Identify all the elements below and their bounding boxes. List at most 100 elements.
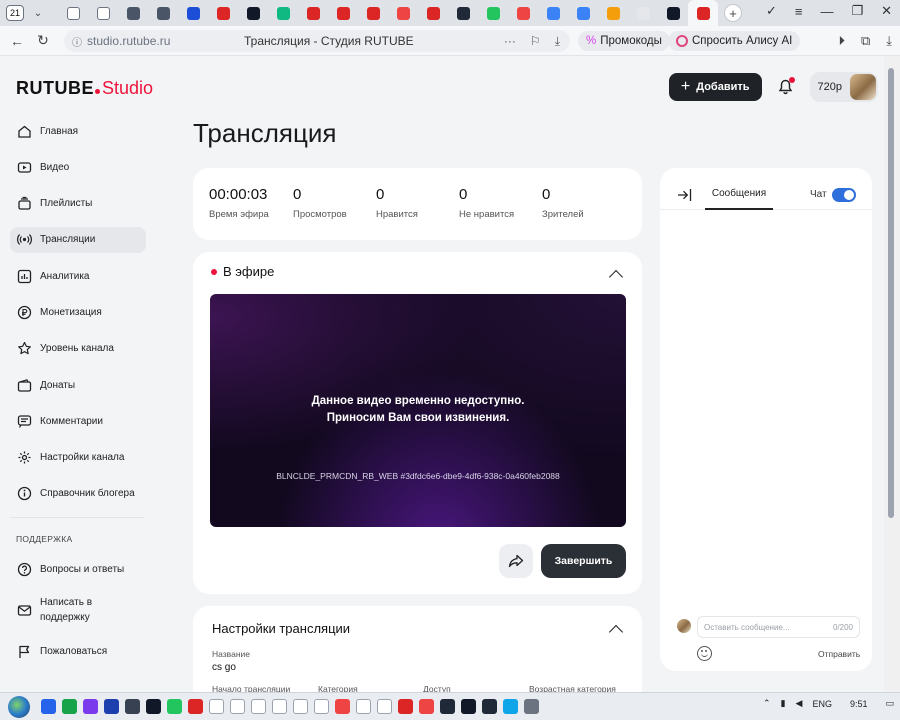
- browser-tab[interactable]: [448, 0, 478, 26]
- close-icon[interactable]: ✕: [881, 3, 892, 19]
- collapse-panel-icon[interactable]: [677, 188, 692, 202]
- scrollbar-thumb[interactable]: [888, 68, 894, 518]
- chat-message-input[interactable]: Оставить сообщение... 0/200: [697, 616, 860, 638]
- browser-tab[interactable]: [658, 0, 688, 26]
- alice-chip[interactable]: Спросить Алису AI: [668, 31, 801, 51]
- taskbar-app-icon[interactable]: [335, 699, 350, 714]
- sidebar-item-monetization[interactable]: Монетизация: [10, 299, 146, 325]
- browser-tab[interactable]: [388, 0, 418, 26]
- browser-tab[interactable]: [58, 0, 88, 26]
- downloads-icon[interactable]: ⤓: [886, 33, 892, 49]
- taskbar-app-icon[interactable]: [41, 699, 56, 714]
- taskbar-app-icon[interactable]: [440, 699, 455, 714]
- browser-tab[interactable]: [298, 0, 328, 26]
- extensions-icon[interactable]: ⧉: [861, 33, 870, 49]
- browser-tab[interactable]: [238, 0, 268, 26]
- finish-broadcast-button[interactable]: Завершить: [541, 544, 626, 578]
- tab-count-badge[interactable]: 21: [6, 5, 24, 21]
- taskbar-app-icon[interactable]: [146, 699, 161, 714]
- page-scrollbar[interactable]: [884, 56, 900, 692]
- sidebar-item-home[interactable]: Главная: [10, 118, 146, 144]
- taskbar-app-icon[interactable]: [62, 699, 77, 714]
- taskbar-app-icon[interactable]: [167, 699, 182, 714]
- language-indicator[interactable]: ENG: [812, 699, 832, 709]
- site-info-icon[interactable]: ⓘ: [72, 34, 82, 49]
- browser-tab[interactable]: [268, 0, 298, 26]
- browser-tab[interactable]: [688, 0, 718, 26]
- taskbar-app-icon[interactable]: [482, 699, 497, 714]
- taskbar-app-icon[interactable]: [419, 699, 434, 714]
- sidebar-item-help[interactable]: Вопросы и ответы: [10, 556, 146, 582]
- browser-tab[interactable]: [328, 0, 358, 26]
- url-field[interactable]: ⓘ studio.rutube.ru Трансляция - Студия R…: [64, 30, 570, 52]
- chat-toggle[interactable]: [832, 188, 856, 202]
- restore-icon[interactable]: ❐: [851, 3, 863, 19]
- media-icon[interactable]: ⏵: [838, 33, 845, 49]
- taskbar-app-icon[interactable]: [377, 699, 392, 714]
- start-button-icon[interactable]: [8, 695, 30, 718]
- tray-expand-icon[interactable]: ⌃: [763, 698, 771, 709]
- sidebar-item-playlist[interactable]: Плейлисты: [10, 191, 146, 217]
- sidebar-item-broadcast[interactable]: Трансляции: [10, 226, 146, 253]
- sidebar-item-donate[interactable]: Донаты: [10, 372, 146, 398]
- browser-tab[interactable]: [628, 0, 658, 26]
- action-center-icon[interactable]: ▭: [885, 698, 894, 709]
- sidebar-item-flag[interactable]: Пожаловаться: [10, 639, 146, 665]
- taskbar-app-icon[interactable]: [209, 699, 224, 714]
- browser-tab[interactable]: [568, 0, 598, 26]
- sidebar-item-info[interactable]: Справочник блогера: [10, 481, 146, 507]
- clock[interactable]: 9:51: [850, 699, 868, 709]
- browser-tab[interactable]: [508, 0, 538, 26]
- account-menu[interactable]: 720p: [809, 72, 878, 102]
- send-button[interactable]: Отправить: [818, 649, 860, 659]
- menu-icon[interactable]: ≡: [795, 4, 803, 19]
- browser-tab[interactable]: [178, 0, 208, 26]
- promo-chip[interactable]: % Промокоды: [578, 31, 670, 51]
- browser-tab[interactable]: [88, 0, 118, 26]
- download-icon[interactable]: ⤓: [555, 34, 560, 49]
- rutube-studio-logo[interactable]: RUTUBE Studio: [16, 78, 153, 103]
- bookmark-icon[interactable]: ⚐: [530, 34, 541, 49]
- browser-tab[interactable]: [148, 0, 178, 26]
- taskbar-app-icon[interactable]: [314, 699, 329, 714]
- sidebar-item-settings[interactable]: Настройки канала: [10, 445, 146, 471]
- browser-tab[interactable]: [358, 0, 388, 26]
- taskbar-app-icon[interactable]: [398, 699, 413, 714]
- bookmarks-icon[interactable]: ✓: [766, 3, 777, 19]
- taskbar-app-icon[interactable]: [461, 699, 476, 714]
- taskbar-app-icon[interactable]: [356, 699, 371, 714]
- tabs-dropdown-icon[interactable]: ⌄: [30, 5, 46, 21]
- volume-icon[interactable]: ◀: [796, 698, 803, 709]
- taskbar-app-icon[interactable]: [524, 699, 539, 714]
- browser-tab[interactable]: [598, 0, 628, 26]
- sidebar-item-star[interactable]: Уровень канала: [10, 336, 146, 362]
- network-icon[interactable]: ▮: [781, 698, 786, 709]
- new-tab-button[interactable]: +: [724, 4, 742, 22]
- collapse-settings-chevron-icon[interactable]: [608, 624, 624, 640]
- sidebar-item-comments[interactable]: Комментарии: [10, 408, 146, 434]
- browser-tab[interactable]: [538, 0, 568, 26]
- taskbar-app-icon[interactable]: [125, 699, 140, 714]
- back-icon[interactable]: ←: [4, 33, 30, 49]
- reload-icon[interactable]: ↻: [30, 32, 56, 49]
- video-player[interactable]: Данное видео временно недоступно. Принос…: [210, 294, 626, 527]
- taskbar-app-icon[interactable]: [230, 699, 245, 714]
- browser-tab[interactable]: [478, 0, 508, 26]
- taskbar-app-icon[interactable]: [293, 699, 308, 714]
- sidebar-item-mail[interactable]: Написать в поддержку: [10, 593, 146, 629]
- taskbar-app-icon[interactable]: [83, 699, 98, 714]
- sidebar-item-analytics[interactable]: Аналитика: [10, 263, 146, 289]
- add-button[interactable]: + Добавить: [668, 73, 762, 101]
- browser-tab[interactable]: [118, 0, 148, 26]
- taskbar-app-icon[interactable]: [188, 699, 203, 714]
- taskbar-app-icon[interactable]: [104, 699, 119, 714]
- tab-messages[interactable]: Сообщения: [705, 188, 773, 199]
- minimize-icon[interactable]: —: [820, 4, 833, 19]
- name-value[interactable]: cs go: [212, 662, 236, 673]
- taskbar-app-icon[interactable]: [251, 699, 266, 714]
- browser-tab[interactable]: [418, 0, 448, 26]
- sidebar-item-video[interactable]: Видео: [10, 154, 146, 180]
- browser-tab[interactable]: [208, 0, 238, 26]
- share-button[interactable]: [499, 544, 533, 578]
- taskbar-app-icon[interactable]: [503, 699, 518, 714]
